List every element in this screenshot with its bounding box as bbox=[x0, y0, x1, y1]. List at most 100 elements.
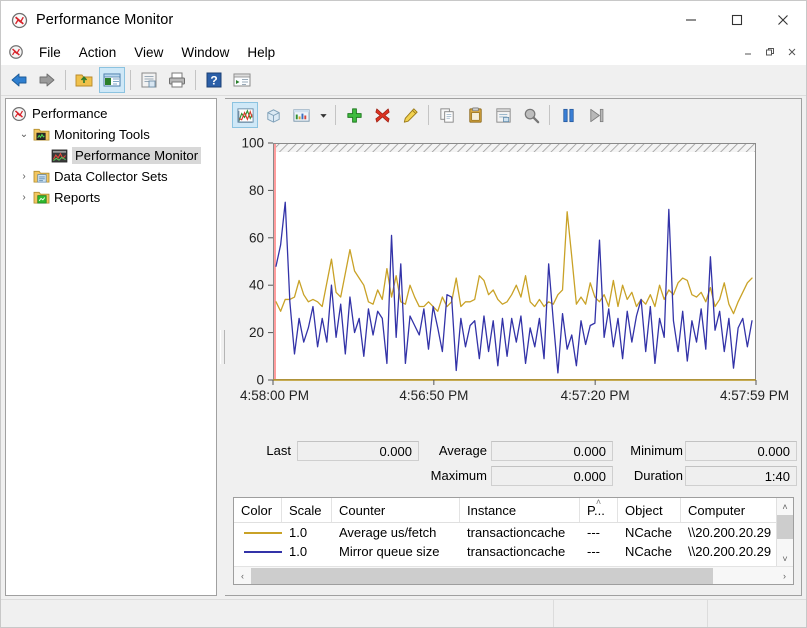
tree-item-performance[interactable]: Performance bbox=[6, 103, 216, 124]
scroll-up-button[interactable]: ˄ bbox=[777, 498, 793, 515]
column-label: Scale bbox=[289, 503, 322, 518]
print-button[interactable] bbox=[164, 67, 190, 93]
statistics-panel: Last 0.000 Average 0.000 Minimum 0.000 M… bbox=[233, 439, 795, 491]
change-graph-type-button[interactable] bbox=[288, 102, 314, 128]
scroll-right-button[interactable]: › bbox=[776, 568, 793, 584]
legend-horizontal-scrollbar[interactable]: ‹ › bbox=[234, 566, 793, 584]
reports-folder-icon bbox=[32, 190, 50, 206]
tree-label: Performance Monitor bbox=[72, 147, 201, 164]
new-window-button[interactable] bbox=[229, 67, 255, 93]
mdi-minimize-button[interactable] bbox=[737, 43, 759, 61]
column-color[interactable]: Color bbox=[234, 498, 282, 522]
forward-button[interactable] bbox=[34, 67, 60, 93]
performance-monitor-pane: 0204060801004:58:00 PM4:56:50 PM4:57:20 … bbox=[225, 98, 802, 596]
graph-type-dropdown[interactable] bbox=[316, 102, 330, 128]
table-row[interactable]: 1.0Average us/fetchtransactioncache---NC… bbox=[234, 523, 793, 542]
properties-graph-button[interactable] bbox=[490, 102, 516, 128]
up-folder-button[interactable] bbox=[71, 67, 97, 93]
close-button[interactable] bbox=[760, 1, 806, 39]
scroll-down-button[interactable]: ˅ bbox=[777, 550, 793, 567]
column-instance[interactable]: Instance bbox=[460, 498, 580, 522]
zoom-button[interactable] bbox=[518, 102, 544, 128]
maximize-button[interactable] bbox=[714, 1, 760, 39]
counter-color-swatch bbox=[234, 523, 282, 542]
update-data-button[interactable] bbox=[583, 102, 609, 128]
counter-legend-table[interactable]: Color Scale Counter InstanceP...˄ Object Comp… bbox=[233, 497, 794, 585]
paste-counter-list-button[interactable] bbox=[462, 102, 488, 128]
tree-item-monitoring-tools[interactable]: ⌄ Monitoring Tools bbox=[6, 124, 216, 145]
horizontal-scroll-thumb[interactable] bbox=[251, 568, 713, 584]
window-controls bbox=[668, 1, 806, 39]
delete-counter-button[interactable] bbox=[369, 102, 395, 128]
chart-canvas[interactable]: 0204060801004:58:00 PM4:56:50 PM4:57:20 … bbox=[231, 132, 791, 432]
properties-button[interactable] bbox=[136, 67, 162, 93]
cell-instance: transactioncache bbox=[460, 542, 580, 561]
graph-toolbar bbox=[226, 100, 791, 130]
toolbar-separator-2 bbox=[130, 70, 131, 90]
maximum-value: 0.000 bbox=[491, 466, 613, 486]
minimize-button[interactable] bbox=[668, 1, 714, 39]
cell-instance: transactioncache bbox=[460, 523, 580, 542]
tree-item-reports[interactable]: › Reports bbox=[6, 187, 216, 208]
help-button[interactable]: ? bbox=[201, 67, 227, 93]
view-histogram-button[interactable] bbox=[260, 102, 286, 128]
mdi-restore-button[interactable] bbox=[759, 43, 781, 61]
menu-action[interactable]: Action bbox=[70, 42, 126, 63]
mdi-app-icon bbox=[7, 44, 24, 61]
main-toolbar: ? bbox=[1, 65, 806, 96]
collapse-chevron-icon[interactable]: › bbox=[16, 171, 32, 182]
svg-text:?: ? bbox=[210, 74, 217, 88]
scroll-left-button[interactable]: ‹ bbox=[234, 568, 251, 584]
menu-file[interactable]: File bbox=[30, 42, 70, 63]
last-label: Last bbox=[251, 443, 291, 458]
mdi-close-button[interactable] bbox=[781, 43, 803, 61]
horizontal-scroll-track[interactable] bbox=[251, 568, 776, 584]
duration-value: 1:40 bbox=[685, 466, 797, 486]
column-label: Object bbox=[625, 503, 663, 518]
back-button[interactable] bbox=[6, 67, 32, 93]
show-console-tree-button[interactable] bbox=[99, 67, 125, 93]
freeze-display-button[interactable] bbox=[555, 102, 581, 128]
menu-view[interactable]: View bbox=[125, 42, 172, 63]
table-row[interactable]: 1.0Mirror queue sizetransactioncache---N… bbox=[234, 542, 793, 561]
column-object[interactable]: Object bbox=[618, 498, 681, 522]
status-pane-2 bbox=[554, 600, 708, 627]
status-pane-3 bbox=[708, 600, 806, 627]
perfmon-icon bbox=[10, 106, 28, 122]
window-title: Performance Monitor bbox=[36, 12, 173, 28]
expand-chevron-icon[interactable]: ⌄ bbox=[16, 129, 32, 140]
column-parent[interactable]: P...˄ bbox=[580, 498, 618, 522]
counter-color-swatch bbox=[234, 542, 282, 561]
legend-vertical-scrollbar[interactable]: ˄ ˅ bbox=[776, 498, 793, 567]
title-bar: Performance Monitor bbox=[1, 1, 806, 39]
add-counter-button[interactable] bbox=[341, 102, 367, 128]
tree-item-data-collector-sets[interactable]: › Data Collector Sets bbox=[6, 166, 216, 187]
menu-window[interactable]: Window bbox=[172, 42, 238, 63]
average-label: Average bbox=[423, 443, 487, 458]
column-label: Counter bbox=[339, 503, 385, 518]
cell-parent: --- bbox=[580, 523, 618, 542]
y-axis-tick-label: 20 bbox=[249, 325, 264, 340]
column-label: Color bbox=[241, 503, 272, 518]
perfmon-icon bbox=[10, 11, 28, 29]
cell-scale: 1.0 bbox=[282, 523, 332, 542]
column-counter[interactable]: Counter bbox=[332, 498, 460, 522]
console-tree-panel: Performance ⌄ Monitoring Tools bbox=[5, 98, 217, 596]
minimum-label: Minimum bbox=[617, 443, 683, 458]
data-collector-folder-icon bbox=[32, 169, 50, 185]
column-scale[interactable]: Scale bbox=[282, 498, 332, 522]
collapse-chevron-icon[interactable]: › bbox=[16, 192, 32, 203]
graph-toolbar-separator-3 bbox=[549, 105, 550, 125]
x-axis-tick-label: 4:58:00 PM bbox=[240, 388, 309, 403]
tree-item-performance-monitor[interactable]: Performance Monitor bbox=[6, 145, 216, 166]
copy-properties-button[interactable] bbox=[434, 102, 460, 128]
column-label: Computer bbox=[688, 503, 745, 518]
x-axis-tick-label: 4:57:20 PM bbox=[561, 388, 630, 403]
view-line-graph-button[interactable] bbox=[232, 102, 258, 128]
duration-label: Duration bbox=[615, 468, 683, 483]
highlight-button[interactable] bbox=[397, 102, 423, 128]
last-value: 0.000 bbox=[297, 441, 419, 461]
vertical-scroll-thumb[interactable] bbox=[777, 515, 793, 539]
y-axis-tick-label: 60 bbox=[249, 230, 264, 245]
menu-help[interactable]: Help bbox=[238, 42, 284, 63]
